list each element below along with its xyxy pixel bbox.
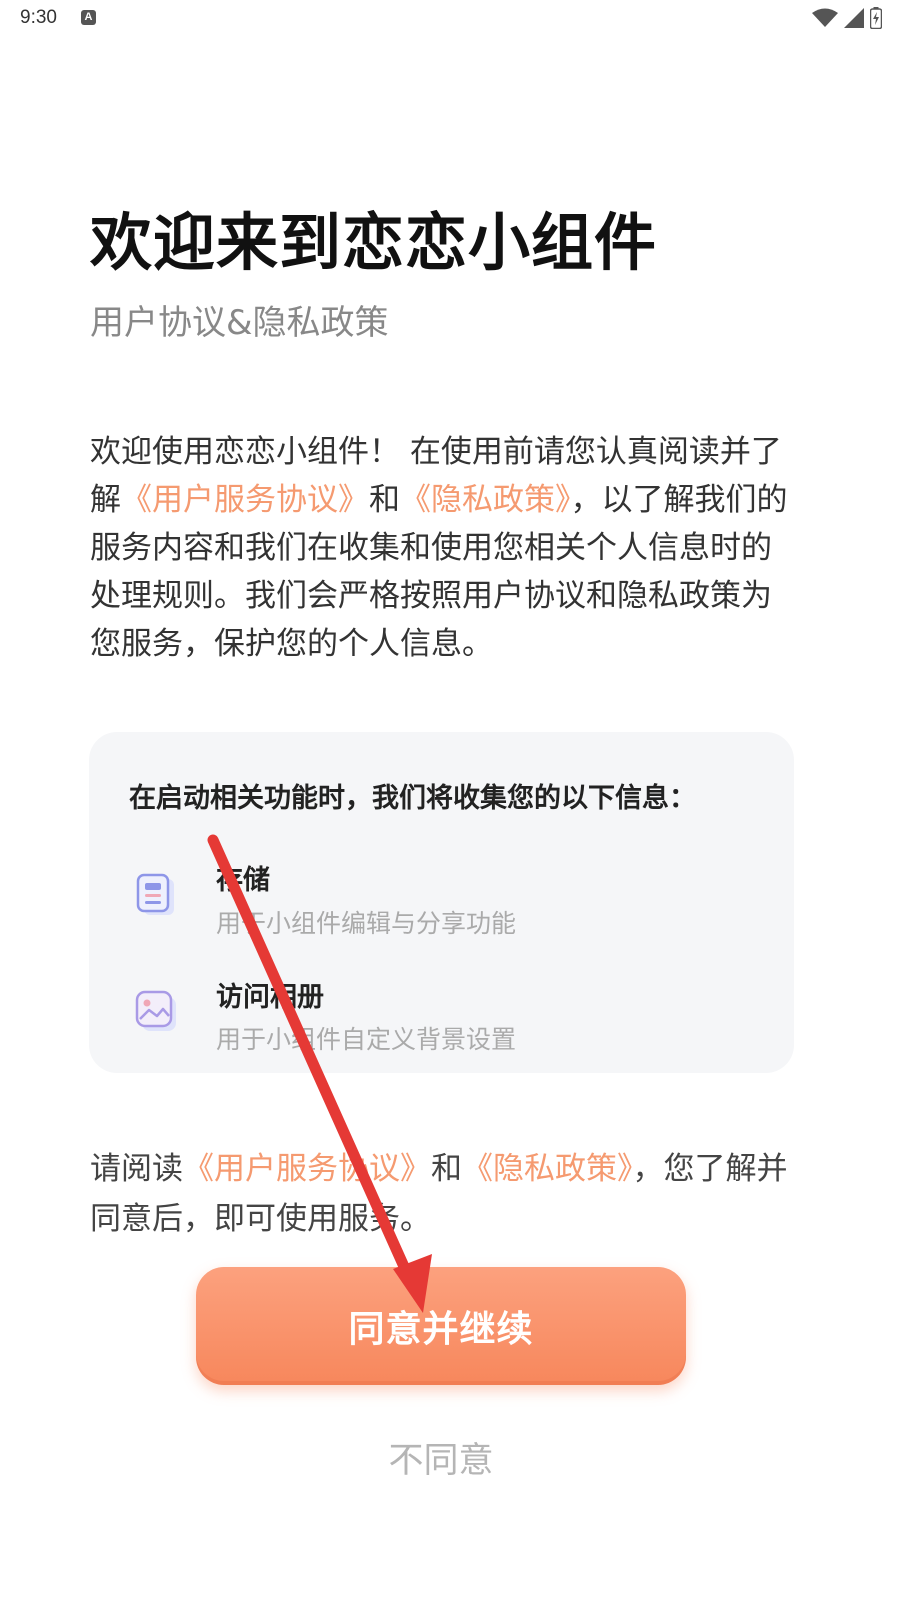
disagree-button[interactable]: 不同意 [330, 1432, 552, 1482]
intro-text: 和 [369, 482, 400, 518]
terms-link[interactable]: 《用户服务协议》 [121, 482, 369, 518]
privacy-link[interactable]: 《隐私政策》 [400, 482, 571, 518]
consent-text: 和 [431, 1151, 462, 1187]
battery-charging-icon [870, 7, 882, 29]
page-subtitle: 用户协议&隐私政策 [90, 303, 389, 343]
agree-continue-button[interactable]: 同意并继续 [196, 1267, 686, 1385]
signal-icon [844, 8, 864, 28]
status-time: 9:30 [20, 7, 57, 28]
intro-paragraph: 欢迎使用恋恋小组件！ 在使用前请您认真阅读并了解《用户服务协议》和《隐私政策》，… [90, 428, 790, 668]
photo-album-icon [135, 990, 176, 1031]
status-bar: 9:30 A [0, 0, 900, 40]
notification-a-icon: A [81, 10, 96, 25]
page-title: 欢迎来到恋恋小组件 [90, 206, 658, 279]
permission-title-album: 访问相册 [216, 982, 324, 1013]
status-icons [812, 6, 882, 30]
permission-desc-storage: 用于小组件编辑与分享功能 [216, 909, 517, 938]
consent-text: 请阅读 [90, 1151, 183, 1187]
wifi-icon [812, 8, 838, 27]
permissions-card: 在启动相关功能时，我们将收集您的以下信息： 存储 用于小组件编辑与分享功能 访问… [89, 732, 794, 1073]
permission-desc-album: 用于小组件自定义背景设置 [216, 1025, 517, 1054]
permissions-heading: 在启动相关功能时，我们将收集您的以下信息： [129, 783, 696, 814]
permission-title-storage: 存储 [216, 865, 270, 896]
terms-link[interactable]: 《用户服务协议》 [183, 1151, 431, 1187]
consent-paragraph: 请阅读《用户服务协议》和《隐私政策》，您了解并同意后，即可使用服务。 [90, 1144, 790, 1244]
storage-document-icon [136, 873, 174, 915]
privacy-link[interactable]: 《隐私政策》 [462, 1151, 633, 1187]
